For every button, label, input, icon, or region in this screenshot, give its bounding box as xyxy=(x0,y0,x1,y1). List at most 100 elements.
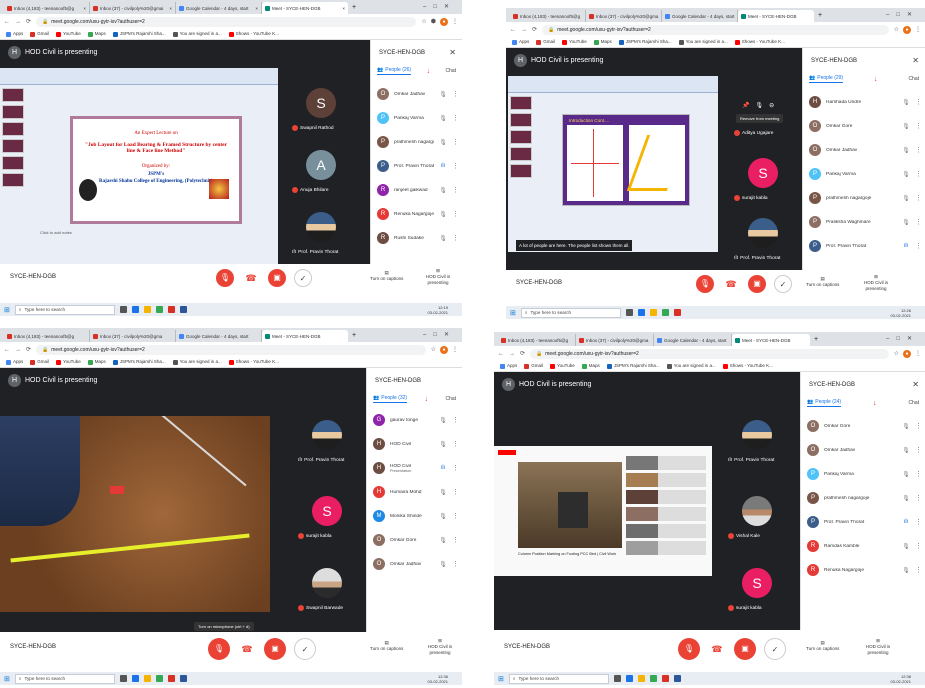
more-options-icon[interactable]: ⋮ xyxy=(915,494,922,502)
url-field[interactable]: 🔒 meet.google.com/uxu-gytr-isv?authuser=2 xyxy=(530,348,889,359)
participant-row[interactable]: O Omkar Gore 🎙 ⋮ xyxy=(373,528,459,552)
file-explorer-icon[interactable] xyxy=(143,306,151,313)
word-icon[interactable] xyxy=(179,306,187,313)
participant-tile[interactable]: Swapnil Barwade xyxy=(296,564,360,618)
participant-row[interactable]: O Omkar Jadhav 🎙 ⋮ xyxy=(377,82,459,106)
participant-row[interactable]: O Omkar Jadhav 🎙 ⋮ xyxy=(807,438,922,462)
bookmark-item[interactable]: Gmail xyxy=(30,359,49,365)
browser-tab[interactable]: Google Calendar - 4 days, start xyxy=(662,10,738,22)
more-options-icon[interactable]: ⋮ xyxy=(452,90,459,98)
participant-row[interactable]: O Omkar Gore 🎙 ⋮ xyxy=(809,114,922,138)
bookmark-item[interactable]: Apps xyxy=(6,359,23,365)
bookmark-item[interactable]: You are signed in a... xyxy=(172,359,222,365)
participant-row[interactable]: H HOD Civil 🎙 ⋮ xyxy=(373,432,459,456)
taskbar-search[interactable]: ⌕ Type here to search xyxy=(508,673,609,684)
raise-hand-button[interactable]: ✓ xyxy=(774,275,792,293)
more-options-icon[interactable]: ⋮ xyxy=(915,422,922,430)
chrome-icon[interactable] xyxy=(155,306,163,313)
presenting-button[interactable]: ⊞ HOD Civil is presenting xyxy=(422,638,458,656)
browser-tab-active[interactable]: Meet - SYCE-HEN-DGB xyxy=(738,10,814,22)
windows-start-icon[interactable]: ⊞ xyxy=(4,675,10,683)
back-icon[interactable]: ← xyxy=(498,351,504,357)
star-icon[interactable]: ☆ xyxy=(894,26,899,34)
bookmark-item[interactable]: JSPM's Rajarshi Sha... xyxy=(606,363,660,369)
participant-row[interactable]: P Pankaj Varma 🎙 ⋮ xyxy=(377,106,459,130)
profile-avatar[interactable]: ● xyxy=(440,17,448,26)
bookmark-item[interactable]: Gmail xyxy=(536,39,555,45)
more-options-icon[interactable]: ⋮ xyxy=(452,536,459,544)
presenting-button[interactable]: ⊞ HOD Civil is presenting xyxy=(860,638,896,656)
more-options-icon[interactable]: ⋮ xyxy=(915,446,922,454)
bookmark-item[interactable]: Apps xyxy=(512,39,529,45)
browser-tab-active[interactable]: Meet - SYCE-HEN-DGB xyxy=(732,334,810,346)
bookmark-item[interactable]: Maps xyxy=(87,31,106,37)
edge-icon[interactable] xyxy=(131,306,139,313)
windows-start-icon[interactable]: ⊞ xyxy=(498,675,504,683)
more-options-icon[interactable]: ⋮ xyxy=(915,194,922,202)
word-icon[interactable] xyxy=(673,675,681,682)
participant-tile[interactable]: ıIı Prof. Pravin Thorat xyxy=(296,416,360,470)
tab-people[interactable]: 👥 People (32) xyxy=(373,395,408,403)
more-options-icon[interactable]: ⋮ xyxy=(915,146,922,154)
participant-row[interactable]: P Pankaj Varma 🎙 ⋮ xyxy=(809,162,922,186)
bookmark-item[interactable]: JSPM's Rajarshi Sha... xyxy=(112,359,166,365)
forward-icon[interactable]: → xyxy=(15,347,21,353)
window-controls[interactable]: –□✕ xyxy=(886,11,919,18)
captions-button[interactable]: ▤ Turn on captions xyxy=(370,270,403,282)
more-options-icon[interactable]: ⋮ xyxy=(452,162,459,170)
taskbar-search[interactable]: ⌕ Type here to search xyxy=(14,673,115,684)
more-options-icon[interactable]: ⋮ xyxy=(452,440,459,448)
browser-tab[interactable]: Inbox (4,183) - teenanoof5@g xyxy=(4,330,90,342)
more-options-icon[interactable]: ⋮ xyxy=(915,98,922,106)
participant-tile[interactable]: Ssurajit kabla xyxy=(732,154,796,208)
more-options-icon[interactable]: ⋮ xyxy=(452,512,459,520)
reload-icon[interactable]: ⟳ xyxy=(532,26,537,33)
participant-row[interactable]: P Prof. Pravin Thorat ıIı ⋮ xyxy=(807,510,922,534)
tab-chat[interactable]: Chat xyxy=(445,68,456,74)
mic-toggle-button[interactable]: 🎙 xyxy=(696,275,714,293)
more-options-icon[interactable]: ⋮ xyxy=(452,210,459,218)
more-options-icon[interactable]: ⋮ xyxy=(915,518,922,526)
browser-tab-active[interactable]: Meet - SYCE-HEN-DGB × xyxy=(262,2,348,14)
participant-row[interactable]: Pprathmesh nagargoje 🎙 ⋮ xyxy=(377,130,459,154)
url-field[interactable]: 🔒 meet.google.com/uxu-gytr-isv?authuser=2 xyxy=(36,344,426,355)
browser-tab[interactable]: Inbox (37) - civilpoly%20@gma xyxy=(586,10,662,22)
bookmark-item[interactable]: Apps xyxy=(6,31,23,37)
participant-tile[interactable]: Ssurajit kabla xyxy=(296,492,360,546)
participant-row[interactable]: P Prof. Pravin Thorat ıIı ⋮ xyxy=(809,234,922,258)
more-options-icon[interactable]: ⋮ xyxy=(452,186,459,194)
more-options-icon[interactable]: ⋮ xyxy=(452,138,459,146)
edge-icon[interactable] xyxy=(625,675,633,682)
participant-row[interactable]: O Omkar Jadhav 🎙 ⋮ xyxy=(373,552,459,576)
pdf-icon[interactable] xyxy=(661,675,669,682)
new-tab-icon[interactable]: + xyxy=(810,336,822,343)
browser-tab[interactable]: Inbox (37) - civilpoly%20@gma xyxy=(576,334,654,346)
reload-icon[interactable]: ⟳ xyxy=(520,350,525,357)
bookmark-item[interactable]: You are signed in a... xyxy=(678,39,728,45)
window-controls[interactable]: –□✕ xyxy=(886,335,919,342)
captions-button[interactable]: ▤ Turn on captions xyxy=(806,640,839,652)
camera-toggle-button[interactable]: ▣ xyxy=(748,275,766,293)
star-icon[interactable]: ☆ xyxy=(431,346,436,354)
bookmark-item[interactable]: Maps xyxy=(87,359,106,365)
task-view-icon[interactable] xyxy=(625,309,633,316)
captions-button[interactable]: ▤ Turn on captions xyxy=(806,276,839,288)
bookmark-item[interactable]: Apps xyxy=(500,363,517,369)
participant-row[interactable]: R Rushi Sudake 🎙 ⋮ xyxy=(377,226,459,250)
more-options-icon[interactable]: ⋮ xyxy=(915,470,922,478)
back-icon[interactable]: ← xyxy=(510,27,516,33)
bookmark-item[interactable]: YouTube xyxy=(550,363,575,369)
participant-row[interactable]: R Ramdas Kamble 🎙 ⋮ xyxy=(807,534,922,558)
url-field[interactable]: 🔒 meet.google.com/uxu-gytr-isv?authuser=2 xyxy=(36,16,417,27)
participant-row[interactable]: O Omkar Gore 🎙 ⋮ xyxy=(807,414,922,438)
more-options-icon[interactable]: ⋮ xyxy=(915,218,922,226)
more-options-icon[interactable]: ⋮ xyxy=(915,242,922,250)
profile-avatar[interactable]: ● xyxy=(440,345,448,354)
bookmark-item[interactable]: YouTube xyxy=(56,31,81,37)
pdf-icon[interactable] xyxy=(673,309,681,316)
menu-icon[interactable]: ⋮ xyxy=(452,346,458,354)
close-tab-icon[interactable]: × xyxy=(342,6,345,11)
browser-tab-active[interactable]: Meet - SYCE-HEN-DGB xyxy=(262,330,348,342)
task-view-icon[interactable] xyxy=(119,306,127,313)
more-options-icon[interactable]: ⋮ xyxy=(452,416,459,424)
